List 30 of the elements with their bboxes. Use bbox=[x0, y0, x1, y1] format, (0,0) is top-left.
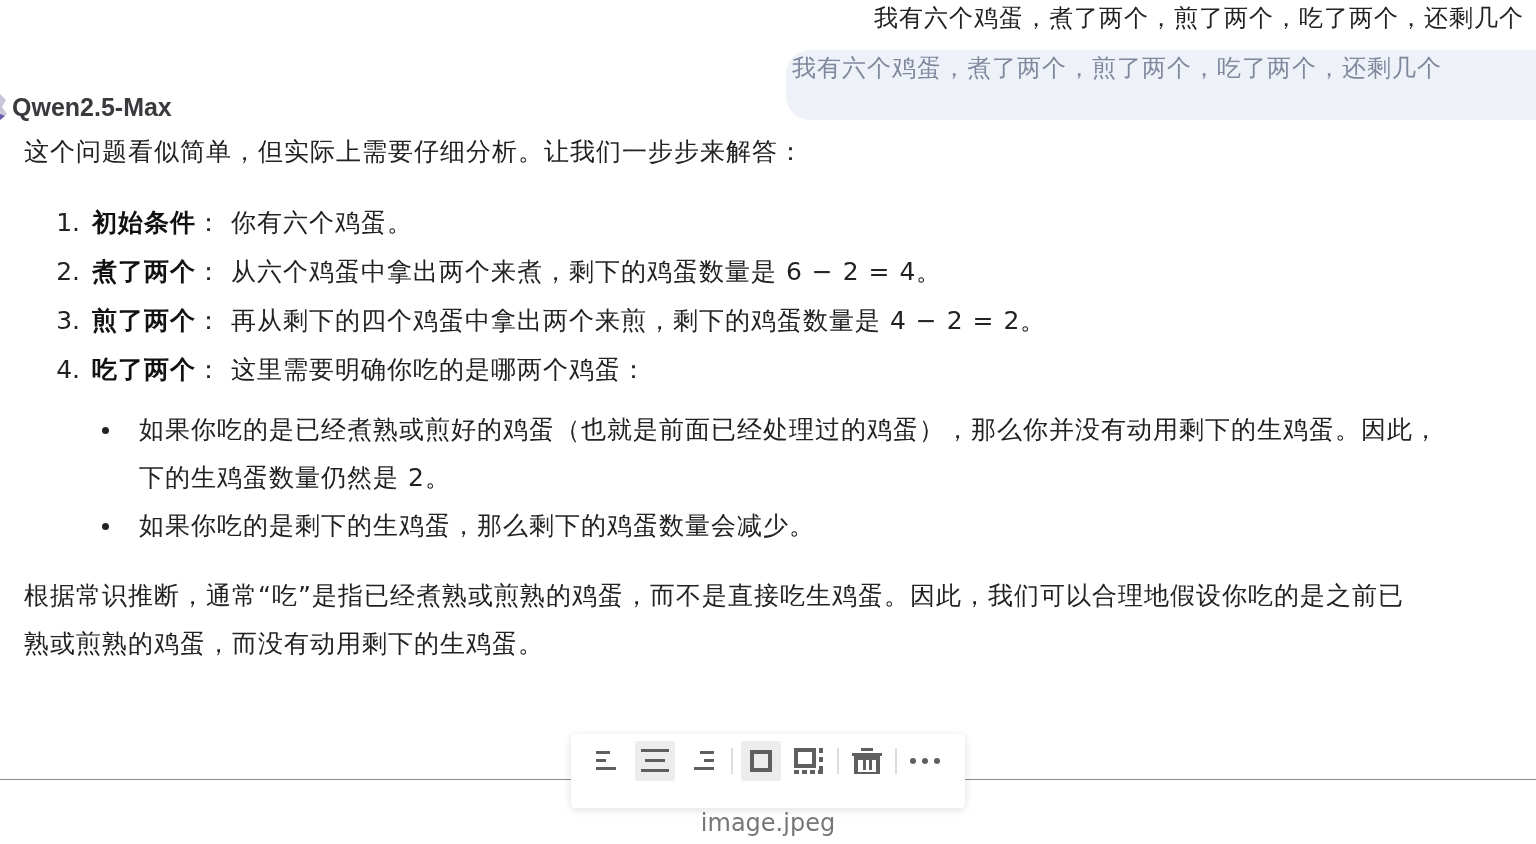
inline-button[interactable] bbox=[741, 741, 781, 781]
intro-text: 这个问题看似简单，但实际上需要仔细分析。让我们一步步来解答： bbox=[24, 136, 805, 168]
avatar-icon bbox=[0, 92, 8, 122]
step-number: 4. bbox=[55, 354, 80, 386]
text-wrap-icon bbox=[794, 748, 824, 774]
model-name: Qwen2.5-Max bbox=[12, 92, 172, 122]
step-number: 1. bbox=[55, 207, 80, 239]
square-icon bbox=[750, 750, 772, 772]
trash-icon bbox=[852, 748, 882, 774]
more-icon bbox=[910, 758, 940, 764]
bullet-text: 如果你吃的是剩下的生鸡蛋，那么剩下的鸡蛋数量会减少。 bbox=[139, 510, 815, 542]
step-text: 吃了两个： 这里需要明确你吃的是哪两个鸡蛋： bbox=[92, 354, 647, 386]
align-left-icon bbox=[596, 751, 618, 771]
conclusion-text: 熟或煎熟的鸡蛋，而没有动用剩下的生鸡蛋。 bbox=[24, 628, 545, 660]
bullet-dot bbox=[102, 427, 109, 434]
question-bubble: 我有六个鸡蛋，煮了两个，煎了两个，吃了两个，还剩几个 bbox=[786, 50, 1536, 120]
bullet-dot bbox=[102, 523, 109, 530]
align-center-button[interactable] bbox=[635, 741, 675, 781]
question-text: 我有六个鸡蛋，煮了两个，煎了两个，吃了两个，还剩几个 bbox=[874, 3, 1524, 34]
step-text: 煮了两个： 从六个鸡蛋中拿出两个来煮，剩下的鸡蛋数量是 6 − 2 = 4。 bbox=[92, 256, 943, 288]
step-number: 2. bbox=[55, 256, 80, 288]
step-number: 3. bbox=[55, 305, 80, 337]
align-right-icon bbox=[692, 751, 714, 771]
step-text: 初始条件： 你有六个鸡蛋。 bbox=[92, 207, 413, 239]
step-text: 煎了两个： 再从剩下的四个鸡蛋中拿出两个来煎，剩下的鸡蛋数量是 4 − 2 = 2。 bbox=[92, 305, 1047, 337]
bullet-text: 如果你吃的是已经煮熟或煎好的鸡蛋（也就是前面已经处理过的鸡蛋），那么你并没有动用剩下的生鸡蛋。因此， bbox=[139, 414, 1439, 446]
conclusion-text: 根据常识推断，通常“吃”是指已经煮熟或煎熟的鸡蛋，而不是直接吃生鸡蛋。因此，我们可以合理地假设你吃的是之前已 bbox=[24, 580, 1405, 612]
bullet-text: 下的生鸡蛋数量仍然是 2。 bbox=[139, 462, 452, 494]
align-center-icon bbox=[641, 749, 669, 773]
image-caption: image.jpeg bbox=[699, 808, 837, 838]
